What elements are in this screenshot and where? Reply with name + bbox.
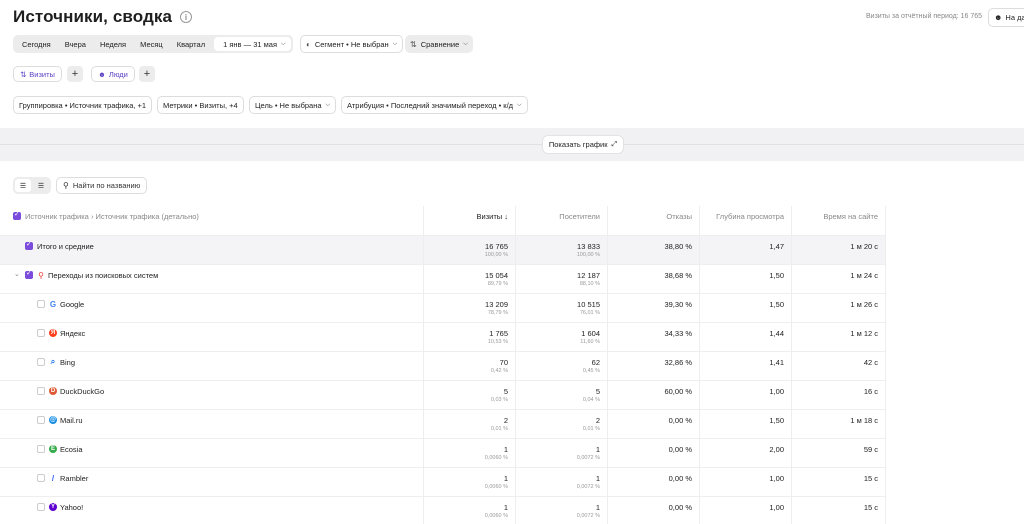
- metrics-button[interactable]: Метрики • Визиты, +4: [157, 96, 244, 114]
- row-label: Bing: [60, 358, 76, 367]
- segment-icon: ◐: [306, 39, 311, 49]
- row-label: Rambler: [60, 474, 89, 483]
- segment-dropdown[interactable]: ◐ Сегмент • Не выбран ⌵: [300, 35, 404, 53]
- row-checkbox[interactable]: [37, 329, 45, 337]
- search-engine-icon: ⚲: [37, 270, 45, 280]
- ecosia-icon: E: [49, 445, 57, 453]
- segment-visits-button[interactable]: ⇅ Визиты: [13, 66, 62, 82]
- date-range-picker[interactable]: 1 янв — 31 мая ⌵: [214, 37, 291, 51]
- table-row[interactable]: / Rambler 1 0,0060 % 1 0,0072 % 0,00 % 1,00 15 с: [0, 468, 886, 497]
- row-checkbox[interactable]: [37, 358, 45, 366]
- add-visits-segment-button[interactable]: +: [67, 66, 83, 82]
- table-row-total: Итого и средние 16 765100,00 % 13 833100…: [0, 236, 886, 265]
- row-label: Yahoo!: [60, 503, 84, 512]
- visits-period-label: Визиты за отчётный период: 16 765: [866, 13, 982, 20]
- table-header: Источник трафика › Источник трафика (дет…: [0, 206, 886, 236]
- row-checkbox[interactable]: [37, 416, 45, 424]
- duckduckgo-icon: D: [49, 387, 57, 395]
- google-icon: G: [49, 299, 57, 309]
- column-time[interactable]: Время на сайте: [792, 206, 886, 235]
- segment-people-button[interactable]: ☻ Люди: [91, 66, 135, 82]
- source-rows: G Google 13 209 78,79 % 10 515 76,01 % 39,30 %…: [0, 294, 886, 524]
- period-week[interactable]: Неделя: [93, 37, 133, 51]
- chevron-down-icon[interactable]: ⌄: [14, 270, 20, 278]
- plus-icon: +: [143, 68, 151, 80]
- column-bounce[interactable]: Отказы: [608, 206, 700, 235]
- dimension-header[interactable]: Источник трафика › Источник трафика (дет…: [25, 212, 199, 221]
- grouping-button[interactable]: Группировка • Источник трафика, +1: [13, 96, 153, 114]
- attribution-dropdown[interactable]: Атрибуция • Последний значимый переход •…: [341, 96, 528, 114]
- page-header: Источники, сводка i: [13, 6, 193, 28]
- column-depth[interactable]: Глубина просмотра: [700, 206, 792, 235]
- row-checkbox[interactable]: [37, 387, 45, 395]
- row-checkbox[interactable]: [37, 445, 45, 453]
- row-label: Google: [60, 300, 85, 309]
- show-chart-button[interactable]: Показать график ⤢: [542, 135, 624, 154]
- period-quarter[interactable]: Квартал: [170, 37, 212, 51]
- table-row[interactable]: Я Яндекс 1 765 10,53 % 1 604 11,60 % 34,33 % 1,…: [0, 323, 886, 352]
- expand-icon: ⤢: [611, 140, 618, 148]
- header-checkbox[interactable]: [13, 210, 21, 220]
- view-toggle: ☰ ☰: [13, 177, 51, 194]
- table-row[interactable]: Y Yahoo! 1 0,0060 % 1 0,0072 % 0,00 % 1,00 15 с: [0, 497, 886, 524]
- chevron-down-icon: ⌵: [281, 40, 286, 47]
- period-today[interactable]: Сегодня: [15, 37, 58, 51]
- user-icon: ☻: [98, 69, 106, 79]
- row-label: Переходы из поисковых систем: [48, 271, 159, 280]
- compare-dropdown[interactable]: ⇅ Сравнение ⌵: [405, 35, 473, 53]
- chevron-down-icon: ⌵: [392, 40, 398, 47]
- row-checkbox[interactable]: [37, 300, 45, 308]
- search-icon: ⚲: [63, 181, 69, 190]
- row-label: Ecosia: [60, 445, 83, 454]
- compare-icon: ⇅: [20, 69, 27, 79]
- table-row-group[interactable]: ⌄ ⚲ Переходы из поисковых систем 15 0548…: [0, 265, 886, 294]
- yandex-icon: Я: [49, 329, 57, 337]
- add-people-segment-button[interactable]: +: [139, 66, 155, 82]
- chevron-down-icon: ⌵: [463, 40, 468, 47]
- report-table: Источник трафика › Источник трафика (дет…: [0, 206, 886, 524]
- column-visits[interactable]: Визиты ↓: [424, 206, 516, 235]
- chevron-down-icon: ⌵: [325, 101, 331, 108]
- table-row[interactable]: G Google 13 209 78,79 % 10 515 76,01 % 39,30 %…: [0, 294, 886, 323]
- compare-icon: ⇅: [410, 39, 417, 49]
- period-yesterday[interactable]: Вчера: [58, 37, 93, 51]
- mailru-icon: @: [49, 416, 57, 424]
- bing-icon: ⌕: [49, 357, 57, 366]
- page-title: Источники, сводка: [13, 7, 173, 26]
- period-selector: Сегодня Вчера Неделя Месяц Квартал 1 янв…: [13, 35, 293, 53]
- yahoo-icon: Y: [49, 503, 57, 511]
- user-icon: ☻: [994, 13, 1003, 22]
- info-icon[interactable]: i: [180, 11, 193, 23]
- table-row[interactable]: E Ecosia 1 0,0060 % 1 0,0072 % 0,00 % 2,00 59 с: [0, 439, 886, 468]
- row-checkbox[interactable]: [37, 503, 45, 511]
- row-label: Итого и средние: [37, 242, 94, 251]
- plus-icon: +: [71, 68, 79, 80]
- chart-collapsed-band: [0, 128, 1024, 161]
- rambler-icon: /: [49, 474, 57, 483]
- chevron-down-icon: ⌵: [517, 101, 522, 108]
- row-label: DuckDuckGo: [60, 387, 105, 396]
- row-checkbox[interactable]: [37, 474, 45, 482]
- table-row[interactable]: D DuckDuckGo 5 0,03 % 5 0,04 % 60,00 % 1,00 16 с: [0, 381, 886, 410]
- column-visitors[interactable]: Посетители: [516, 206, 608, 235]
- table-row[interactable]: @ Mail.ru 2 0,01 % 2 0,01 % 0,00 % 1,50 1 м 18 с: [0, 410, 886, 439]
- tree-view-icon[interactable]: ☰: [15, 179, 31, 192]
- top-right-button[interactable]: ☻ На да: [988, 8, 1024, 27]
- row-label: Яндекс: [60, 329, 86, 338]
- list-view-icon[interactable]: ☰: [33, 179, 49, 192]
- period-month[interactable]: Месяц: [133, 37, 170, 51]
- goal-dropdown[interactable]: Цель • Не выбрана ⌵: [249, 96, 337, 114]
- table-row[interactable]: ⌕ Bing 70 0,42 % 62 0,45 % 32,86 % 1,41 42 с: [0, 352, 886, 381]
- row-checkbox[interactable]: [25, 240, 33, 250]
- row-label: Mail.ru: [60, 416, 83, 425]
- row-checkbox[interactable]: [25, 269, 33, 279]
- search-input[interactable]: ⚲ Найти по названию: [56, 177, 147, 194]
